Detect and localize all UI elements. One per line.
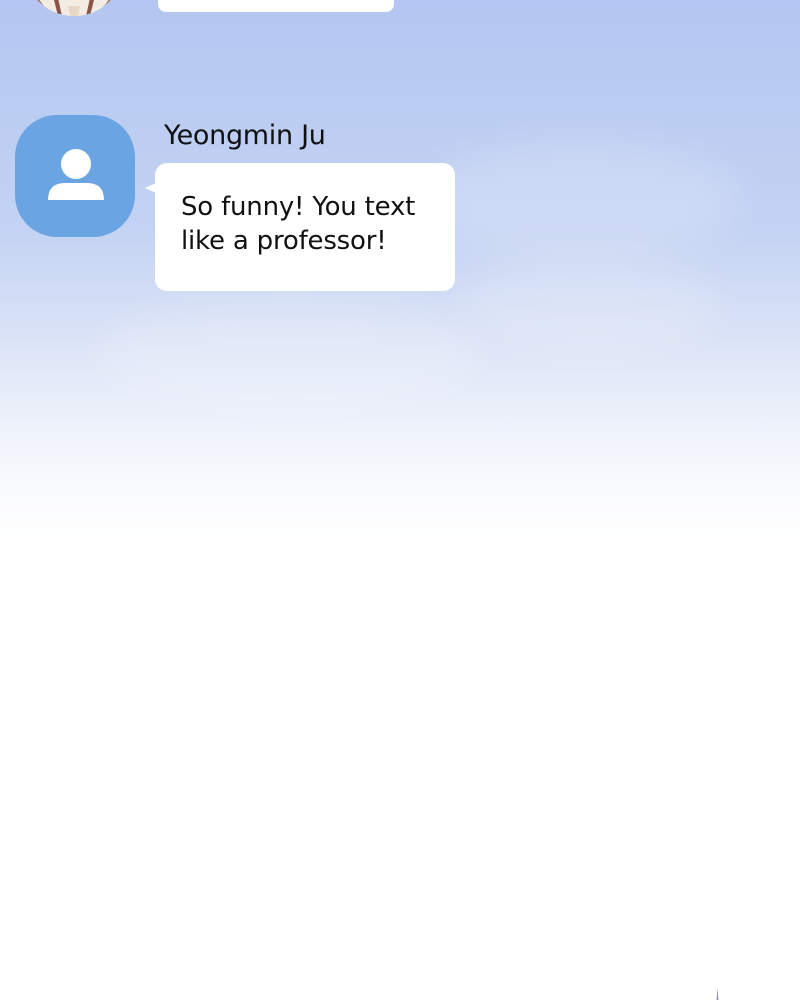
- message-text: So funny! You text like a professor!: [181, 192, 416, 256]
- previous-message-bubble: [158, 0, 394, 12]
- bubble-tail: [145, 183, 156, 193]
- person-icon: [48, 149, 104, 200]
- chat-background: Yeongmin Ju So funny! You text like a pr…: [0, 0, 800, 1000]
- previous-sender-avatar[interactable]: [24, 0, 124, 16]
- cloud-decoration: [420, 140, 740, 260]
- message-bubble[interactable]: So funny! You text like a professor!: [145, 163, 455, 291]
- sender-name: Yeongmin Ju: [164, 120, 326, 151]
- cloud-decoration: [460, 260, 720, 350]
- cloud-decoration: [100, 300, 480, 410]
- sender-avatar[interactable]: [15, 115, 135, 237]
- character-portrait-icon: [24, 0, 124, 16]
- edge-mark-icon: [716, 988, 719, 1000]
